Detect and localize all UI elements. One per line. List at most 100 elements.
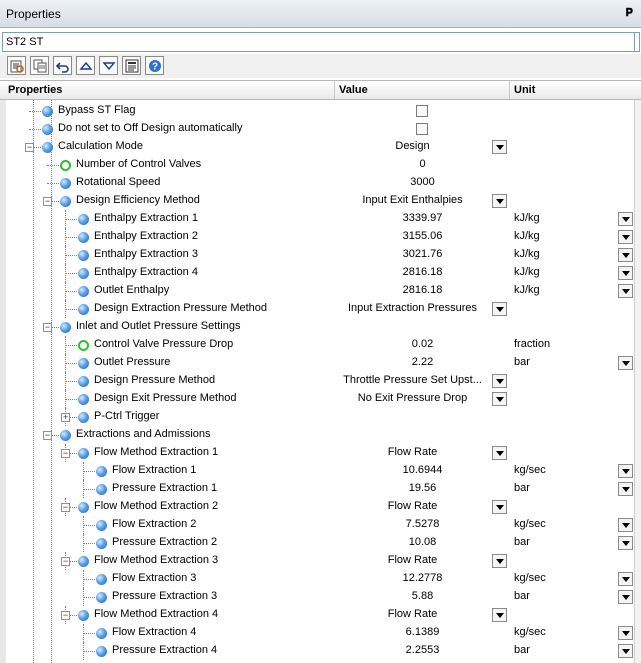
unit-dropdown-button[interactable] bbox=[618, 284, 633, 298]
collapse-icon[interactable]: − bbox=[61, 611, 70, 620]
property-row[interactable]: Design Pressure Method Throttle Pressure … bbox=[0, 372, 635, 390]
property-row[interactable]: − Extractions and Admissions bbox=[0, 426, 635, 444]
collapse-icon[interactable]: − bbox=[61, 557, 70, 566]
col-value[interactable]: Value bbox=[339, 84, 368, 96]
unit-dropdown-button[interactable] bbox=[618, 356, 633, 370]
property-row[interactable]: − Flow Method Extraction 1 Flow Rate bbox=[0, 444, 635, 462]
value-dropdown-button[interactable] bbox=[492, 374, 507, 388]
property-row[interactable]: Flow Extraction 4 6.1389 kg/sec bbox=[0, 624, 635, 642]
properties-button[interactable] bbox=[7, 56, 26, 75]
property-row[interactable]: Pressure Extraction 3 5.88 bar bbox=[0, 588, 635, 606]
property-value[interactable]: Input Extraction Pressures bbox=[335, 302, 490, 314]
property-value[interactable]: 6.1389 bbox=[335, 626, 510, 638]
property-value[interactable]: Design bbox=[335, 140, 490, 152]
property-row[interactable]: − Flow Method Extraction 2 Flow Rate bbox=[0, 498, 635, 516]
property-value[interactable]: Flow Rate bbox=[335, 554, 490, 566]
property-value[interactable]: Input Exit Enthalpies bbox=[335, 194, 490, 206]
copy-button[interactable] bbox=[30, 56, 49, 75]
property-row[interactable]: − Design Efficiency Method Input Exit Enth… bbox=[0, 192, 635, 210]
property-value[interactable]: 2816.18 bbox=[335, 266, 510, 278]
collapse-icon[interactable]: − bbox=[61, 449, 70, 458]
property-value[interactable]: 2816.18 bbox=[335, 284, 510, 296]
property-value[interactable]: 3155.06 bbox=[335, 230, 510, 242]
property-value[interactable]: 0.02 bbox=[335, 338, 510, 350]
property-row[interactable]: − Calculation Mode Design bbox=[0, 138, 635, 156]
property-value[interactable]: 2.2553 bbox=[335, 644, 510, 656]
col-properties[interactable]: Properties bbox=[8, 84, 62, 96]
property-row[interactable]: Enthalpy Extraction 2 3155.06 kJ/kg bbox=[0, 228, 635, 246]
property-row[interactable]: Design Extraction Pressure Method Input E… bbox=[0, 300, 635, 318]
property-value[interactable]: 3339.97 bbox=[335, 212, 510, 224]
property-value[interactable]: 10.6944 bbox=[335, 464, 510, 476]
object-selector-dropdown[interactable] bbox=[634, 33, 639, 51]
unit-dropdown-button[interactable] bbox=[618, 518, 633, 532]
collapse-icon[interactable]: − bbox=[43, 323, 52, 332]
property-value[interactable]: 7.5278 bbox=[335, 518, 510, 530]
property-row[interactable]: − Flow Method Extraction 4 Flow Rate bbox=[0, 606, 635, 624]
unit-dropdown-button[interactable] bbox=[618, 212, 633, 226]
property-value[interactable]: 3021.76 bbox=[335, 248, 510, 260]
property-value[interactable]: 0 bbox=[335, 158, 510, 170]
property-row[interactable]: Pressure Extraction 4 2.2553 bar bbox=[0, 642, 635, 660]
property-row[interactable]: Do not set to Off Design automatically bbox=[0, 120, 635, 138]
property-row[interactable]: Enthalpy Extraction 1 3339.97 kJ/kg bbox=[0, 210, 635, 228]
unit-dropdown-button[interactable] bbox=[618, 644, 633, 658]
move-up-button[interactable] bbox=[76, 56, 95, 75]
property-value[interactable]: 3000 bbox=[335, 176, 510, 188]
col-unit[interactable]: Unit bbox=[514, 84, 535, 96]
value-dropdown-button[interactable] bbox=[492, 554, 507, 568]
property-checkbox[interactable] bbox=[416, 105, 428, 117]
property-row[interactable]: Outlet Enthalpy 2816.18 kJ/kg bbox=[0, 282, 635, 300]
value-dropdown-button[interactable] bbox=[492, 302, 507, 316]
value-dropdown-button[interactable] bbox=[492, 446, 507, 460]
value-dropdown-button[interactable] bbox=[492, 500, 507, 514]
property-row[interactable]: Enthalpy Extraction 4 2816.18 kJ/kg bbox=[0, 264, 635, 282]
value-dropdown-button[interactable] bbox=[492, 194, 507, 208]
property-row[interactable]: Control Valve Pressure Drop 0.02 fraction bbox=[0, 336, 635, 354]
move-down-button[interactable] bbox=[99, 56, 118, 75]
collapse-icon[interactable]: − bbox=[43, 431, 52, 440]
property-value[interactable]: 19.56 bbox=[335, 482, 510, 494]
property-row[interactable]: Pressure Extraction 2 10.08 bar bbox=[0, 534, 635, 552]
property-row[interactable]: Number of Control Valves 0 bbox=[0, 156, 635, 174]
object-selector[interactable]: ST2 ST bbox=[2, 32, 640, 52]
property-value[interactable]: Throttle Pressure Set Upst... bbox=[335, 374, 490, 386]
value-dropdown-button[interactable] bbox=[492, 392, 507, 406]
unit-dropdown-button[interactable] bbox=[618, 590, 633, 604]
property-row[interactable]: Flow Extraction 1 10.6944 kg/sec bbox=[0, 462, 635, 480]
unit-dropdown-button[interactable] bbox=[618, 464, 633, 478]
property-value[interactable]: 12.2778 bbox=[335, 572, 510, 584]
property-row[interactable]: Pressure Extraction 1 19.56 bar bbox=[0, 480, 635, 498]
property-row[interactable]: Flow Extraction 2 7.5278 kg/sec bbox=[0, 516, 635, 534]
collapse-icon[interactable]: − bbox=[43, 197, 52, 206]
value-dropdown-button[interactable] bbox=[492, 608, 507, 622]
property-row[interactable]: Design Exit Pressure Method No Exit Press… bbox=[0, 390, 635, 408]
report-button[interactable] bbox=[122, 56, 141, 75]
property-row[interactable]: Flow Extraction 3 12.2778 kg/sec bbox=[0, 570, 635, 588]
unit-dropdown-button[interactable] bbox=[618, 248, 633, 262]
property-value[interactable]: Flow Rate bbox=[335, 608, 490, 620]
unit-dropdown-button[interactable] bbox=[618, 536, 633, 550]
undo-button[interactable] bbox=[53, 56, 72, 75]
value-dropdown-button[interactable] bbox=[492, 140, 507, 154]
property-row[interactable]: Bypass ST Flag bbox=[0, 102, 635, 120]
unit-dropdown-button[interactable] bbox=[618, 482, 633, 496]
property-value[interactable]: 5.88 bbox=[335, 590, 510, 602]
expand-icon[interactable]: + bbox=[61, 413, 70, 422]
property-value[interactable]: 2.22 bbox=[335, 356, 510, 368]
property-row[interactable]: − Flow Method Extraction 3 Flow Rate bbox=[0, 552, 635, 570]
collapse-icon[interactable]: − bbox=[61, 503, 70, 512]
property-checkbox[interactable] bbox=[416, 123, 428, 135]
unit-dropdown-button[interactable] bbox=[618, 626, 633, 640]
help-button[interactable]: ? bbox=[145, 56, 164, 75]
property-row[interactable]: Rotational Speed 3000 bbox=[0, 174, 635, 192]
property-row[interactable]: + P-Ctrl Trigger bbox=[0, 408, 635, 426]
collapse-icon[interactable]: − bbox=[25, 143, 34, 152]
property-value[interactable]: 10.08 bbox=[335, 536, 510, 548]
property-value[interactable]: Flow Rate bbox=[335, 500, 490, 512]
property-row[interactable]: − Inlet and Outlet Pressure Settings bbox=[0, 318, 635, 336]
property-value[interactable]: No Exit Pressure Drop bbox=[335, 392, 490, 404]
unit-dropdown-button[interactable] bbox=[618, 572, 633, 586]
property-row[interactable]: Outlet Pressure 2.22 bar bbox=[0, 354, 635, 372]
property-value[interactable]: Flow Rate bbox=[335, 446, 490, 458]
